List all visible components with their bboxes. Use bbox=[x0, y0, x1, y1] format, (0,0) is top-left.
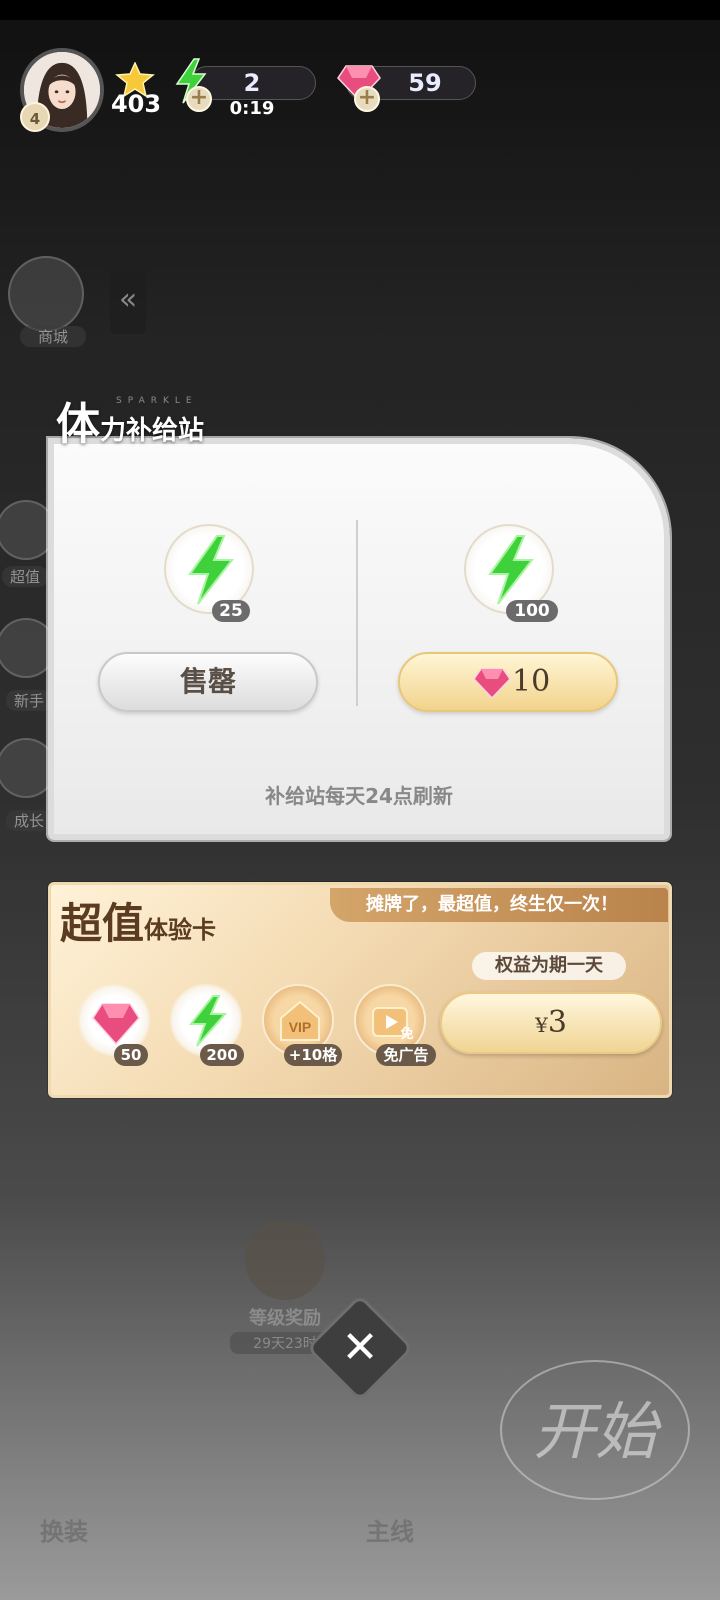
currency-symbol: ¥ bbox=[535, 1013, 548, 1037]
energy-bolt-icon bbox=[188, 995, 228, 1047]
dress-tab: 换装 bbox=[40, 1518, 88, 1546]
growth-entry-label: 成长 bbox=[6, 810, 52, 831]
adfree-badge-text: 免 bbox=[400, 1026, 413, 1042]
sold-out-button[interactable]: 售罄 bbox=[98, 652, 318, 712]
add-energy-button[interactable]: + bbox=[186, 86, 212, 112]
panel-divider bbox=[356, 520, 358, 706]
energy-timer: 0:19 bbox=[229, 98, 275, 119]
main-tab: 主线 bbox=[366, 1518, 414, 1546]
supply-left-qty: 25 bbox=[212, 600, 250, 622]
value-entry-label: 超值 bbox=[2, 566, 48, 587]
card-slogan: 摊牌了，最超值，终生仅一次！ bbox=[330, 888, 668, 922]
gift-icon bbox=[245, 1220, 325, 1300]
panel-title-deco: SPARKLE bbox=[116, 396, 198, 406]
reward-adfree-label: 免广告 bbox=[376, 1044, 436, 1066]
shop-entry-icon bbox=[8, 256, 84, 332]
panel-title-rest: 力补给站 bbox=[100, 416, 205, 446]
reward-vip-label: +10格 bbox=[284, 1044, 342, 1066]
card-title-big: 超值 bbox=[60, 899, 145, 948]
reward-energy-qty: 200 bbox=[200, 1044, 244, 1066]
buy-energy-price: 10 bbox=[512, 664, 551, 699]
tv-play-icon: 免 bbox=[372, 1007, 414, 1042]
buy-card-button[interactable]: ¥3 bbox=[440, 992, 662, 1054]
gem-icon bbox=[92, 1003, 140, 1046]
add-gem-button[interactable]: + bbox=[354, 86, 380, 112]
star-count: 403 bbox=[110, 90, 162, 118]
shop-entry-label: 商城 bbox=[20, 326, 86, 347]
refresh-note: 补给站每天24点刷新 bbox=[265, 784, 453, 808]
card-title-rest: 体验卡 bbox=[144, 915, 217, 944]
newbie-entry-label: 新手 bbox=[6, 690, 52, 711]
reward-gem-qty: 50 bbox=[114, 1044, 148, 1066]
card-duration: 权益为期一天 bbox=[472, 952, 626, 980]
buy-energy-button[interactable]: 10 bbox=[398, 652, 618, 712]
energy-value: 2 bbox=[243, 69, 261, 97]
close-button[interactable]: ✕ bbox=[322, 1310, 398, 1386]
vip-icon-text: VIP bbox=[289, 1019, 312, 1035]
gem-icon bbox=[473, 668, 511, 700]
energy-bolt-icon bbox=[188, 535, 235, 605]
card-price: 3 bbox=[547, 1005, 567, 1040]
collapse-icon: « bbox=[110, 270, 146, 334]
start-button-bg: 开始 bbox=[500, 1360, 690, 1500]
energy-bolt-icon bbox=[488, 535, 535, 605]
panel-title-big: 体 bbox=[56, 399, 100, 450]
supply-right-qty: 100 bbox=[506, 600, 558, 622]
player-level-badge: 4 bbox=[20, 102, 50, 132]
card-title: 超值体验卡 bbox=[60, 890, 216, 951]
gem-value: 59 bbox=[408, 69, 442, 97]
status-bar bbox=[0, 0, 720, 20]
vip-icon: VIP bbox=[280, 1000, 320, 1041]
